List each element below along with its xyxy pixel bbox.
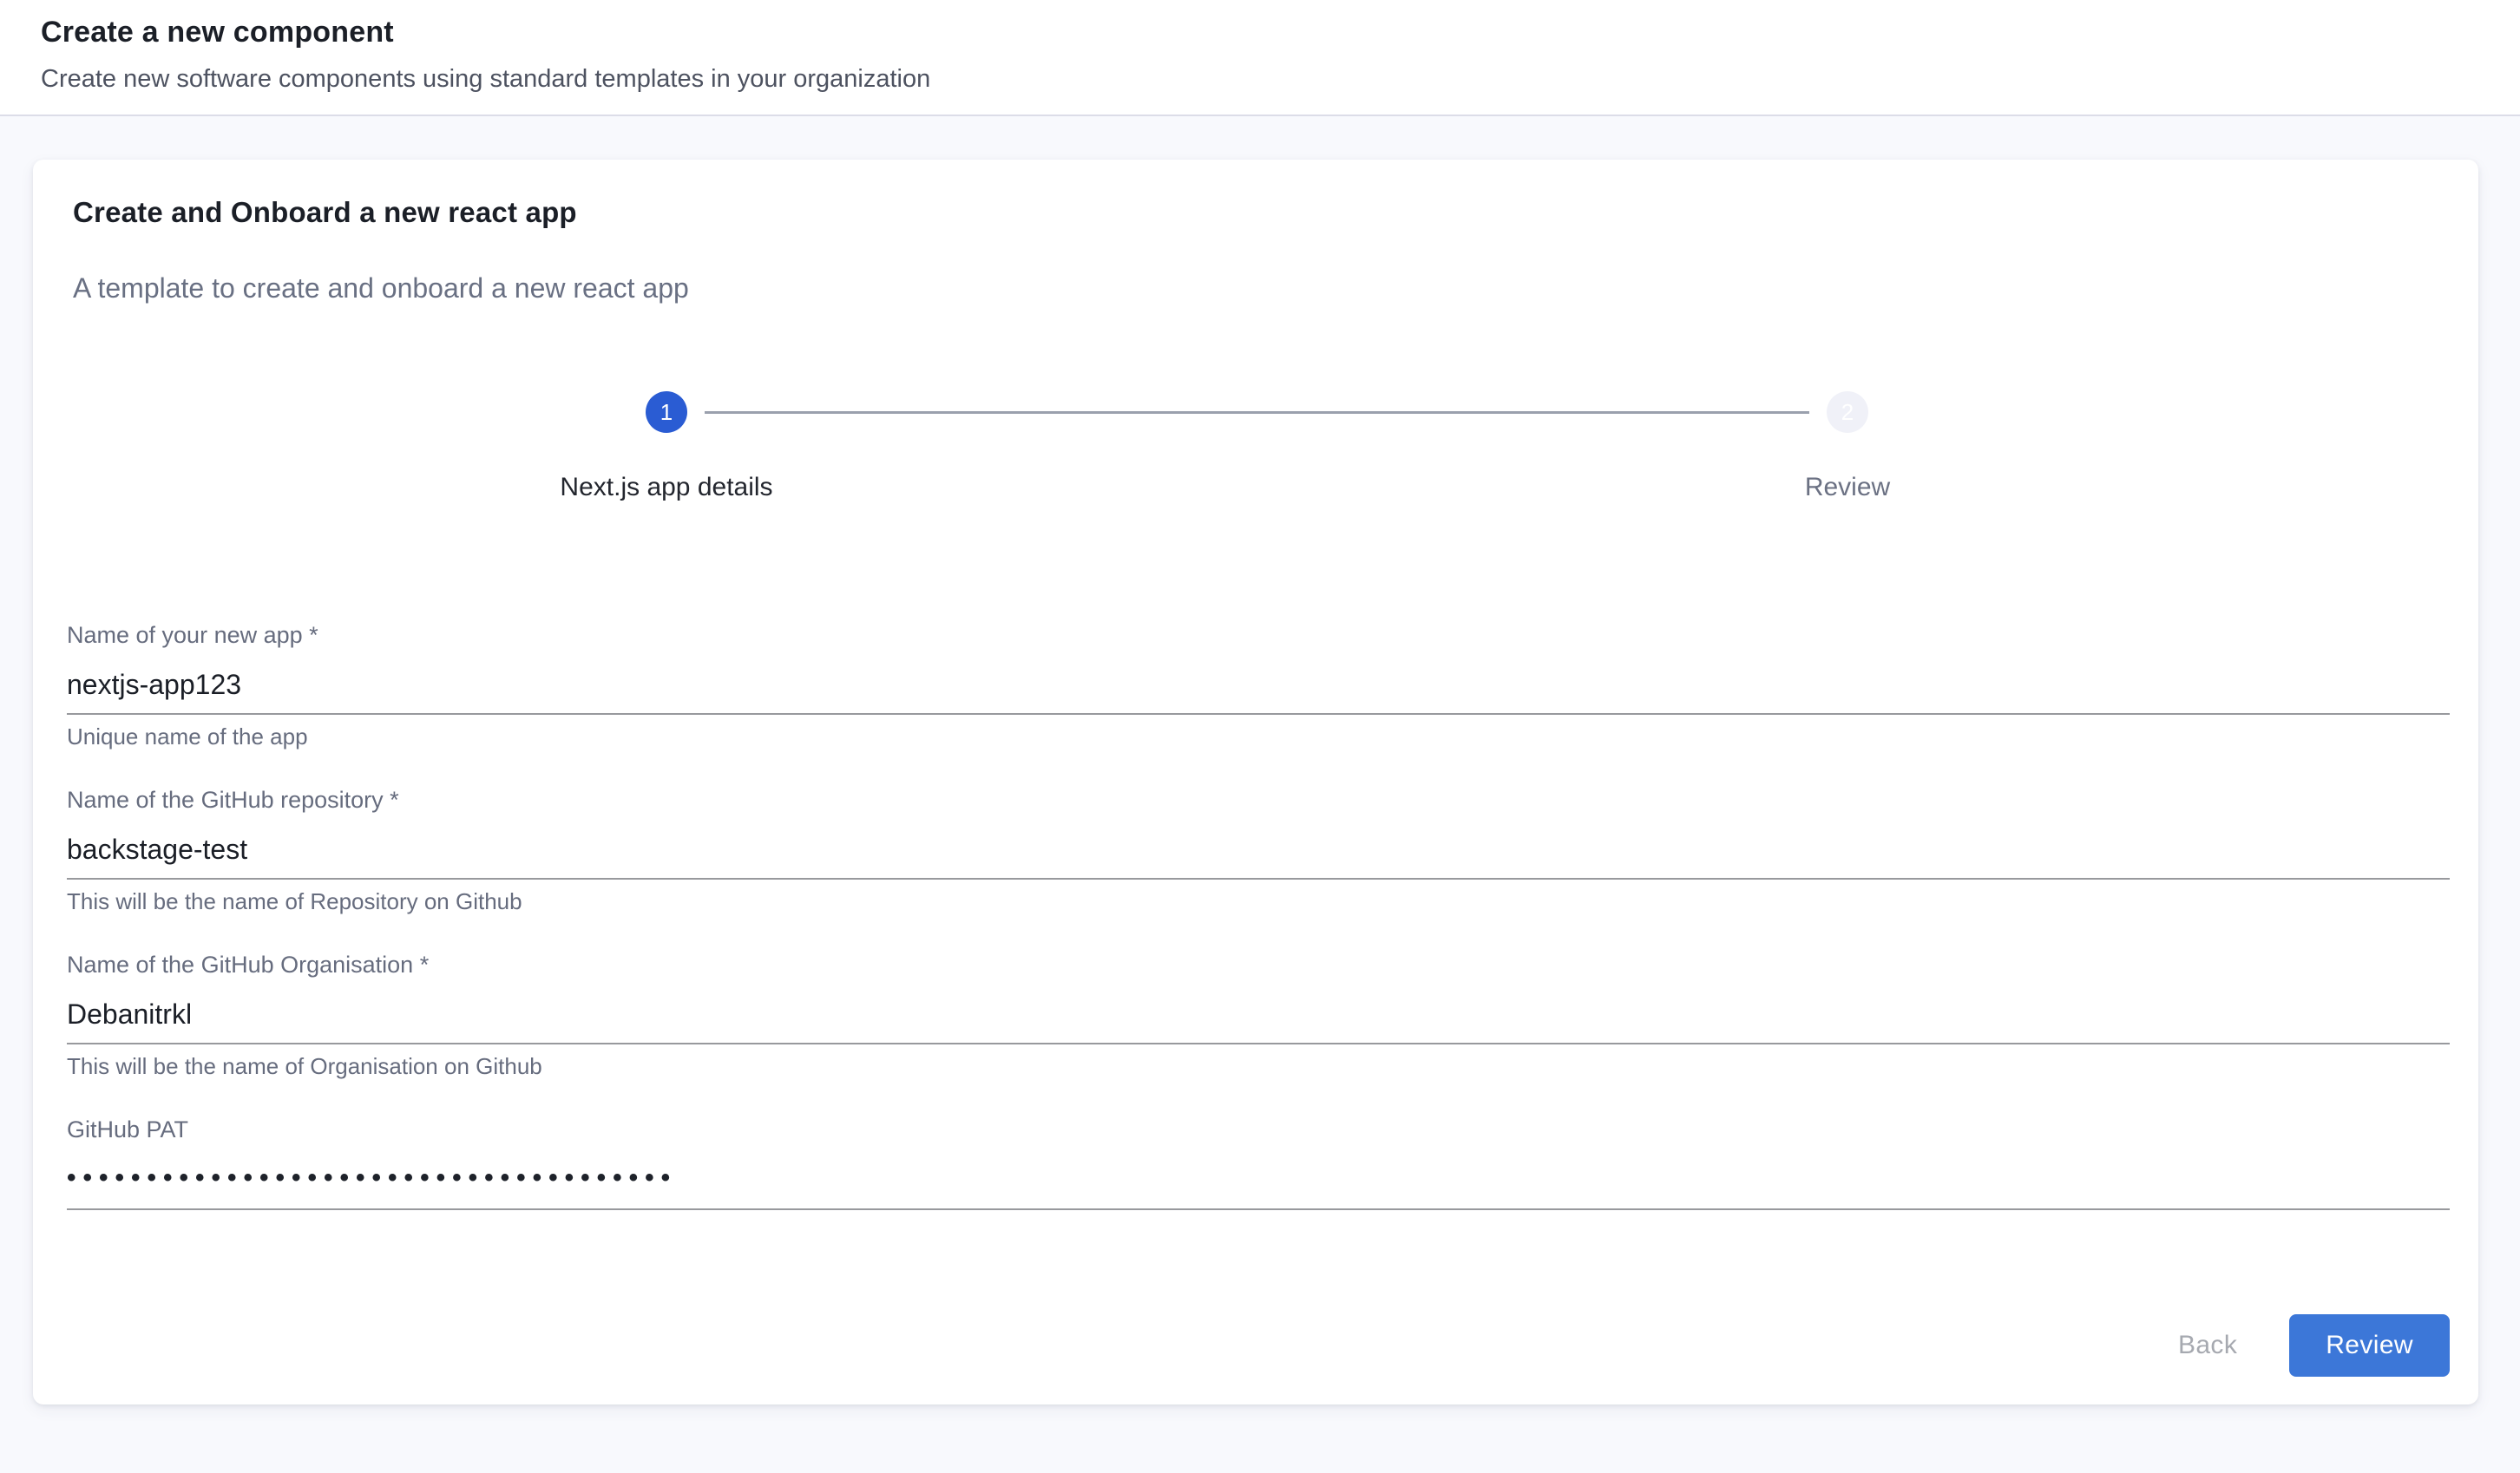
stepper-connector bbox=[705, 411, 1809, 414]
field-app-name: Name of your new app * Unique name of th… bbox=[67, 620, 2450, 750]
org-name-label: Name of the GitHub Organisation * bbox=[67, 950, 2450, 979]
org-name-input[interactable] bbox=[67, 979, 2450, 1044]
field-github-pat: GitHub PAT bbox=[67, 1115, 2450, 1210]
scaffolder-form: Name of your new app * Unique name of th… bbox=[67, 620, 2450, 1210]
step-label-review: Review bbox=[1631, 473, 2064, 502]
app-name-helper: Unique name of the app bbox=[67, 723, 2450, 750]
repo-name-helper: This will be the name of Repository on G… bbox=[67, 888, 2450, 915]
stepper: 1 2 Next.js app details Review bbox=[33, 391, 2478, 525]
step-indicator-2: 2 bbox=[1827, 391, 1868, 433]
form-actions: Back Review bbox=[62, 1314, 2450, 1404]
app-name-label: Name of your new app * bbox=[67, 620, 2450, 650]
app-name-input[interactable] bbox=[67, 650, 2450, 715]
page-title: Create a new component bbox=[41, 14, 2480, 51]
review-button[interactable]: Review bbox=[2289, 1314, 2450, 1377]
field-org-name: Name of the GitHub Organisation * This w… bbox=[67, 950, 2450, 1080]
page-header: Create a new component Create new softwa… bbox=[0, 0, 2520, 116]
github-pat-label: GitHub PAT bbox=[67, 1115, 2450, 1144]
template-card: Create and Onboard a new react app A tem… bbox=[33, 160, 2478, 1404]
template-title: Create and Onboard a new react app bbox=[73, 196, 2438, 229]
step-label-nextjs-app-details: Next.js app details bbox=[450, 473, 883, 502]
page-subtitle: Create new software components using sta… bbox=[41, 65, 2480, 94]
github-pat-input[interactable] bbox=[67, 1144, 2450, 1210]
step-indicator-1: 1 bbox=[646, 391, 687, 433]
org-name-helper: This will be the name of Organisation on… bbox=[67, 1053, 2450, 1080]
field-repo-name: Name of the GitHub repository * This wil… bbox=[67, 785, 2450, 915]
template-subtitle: A template to create and onboard a new r… bbox=[73, 272, 2438, 304]
repo-name-label: Name of the GitHub repository * bbox=[67, 785, 2450, 815]
repo-name-input[interactable] bbox=[67, 815, 2450, 880]
back-button[interactable]: Back bbox=[2149, 1317, 2267, 1374]
